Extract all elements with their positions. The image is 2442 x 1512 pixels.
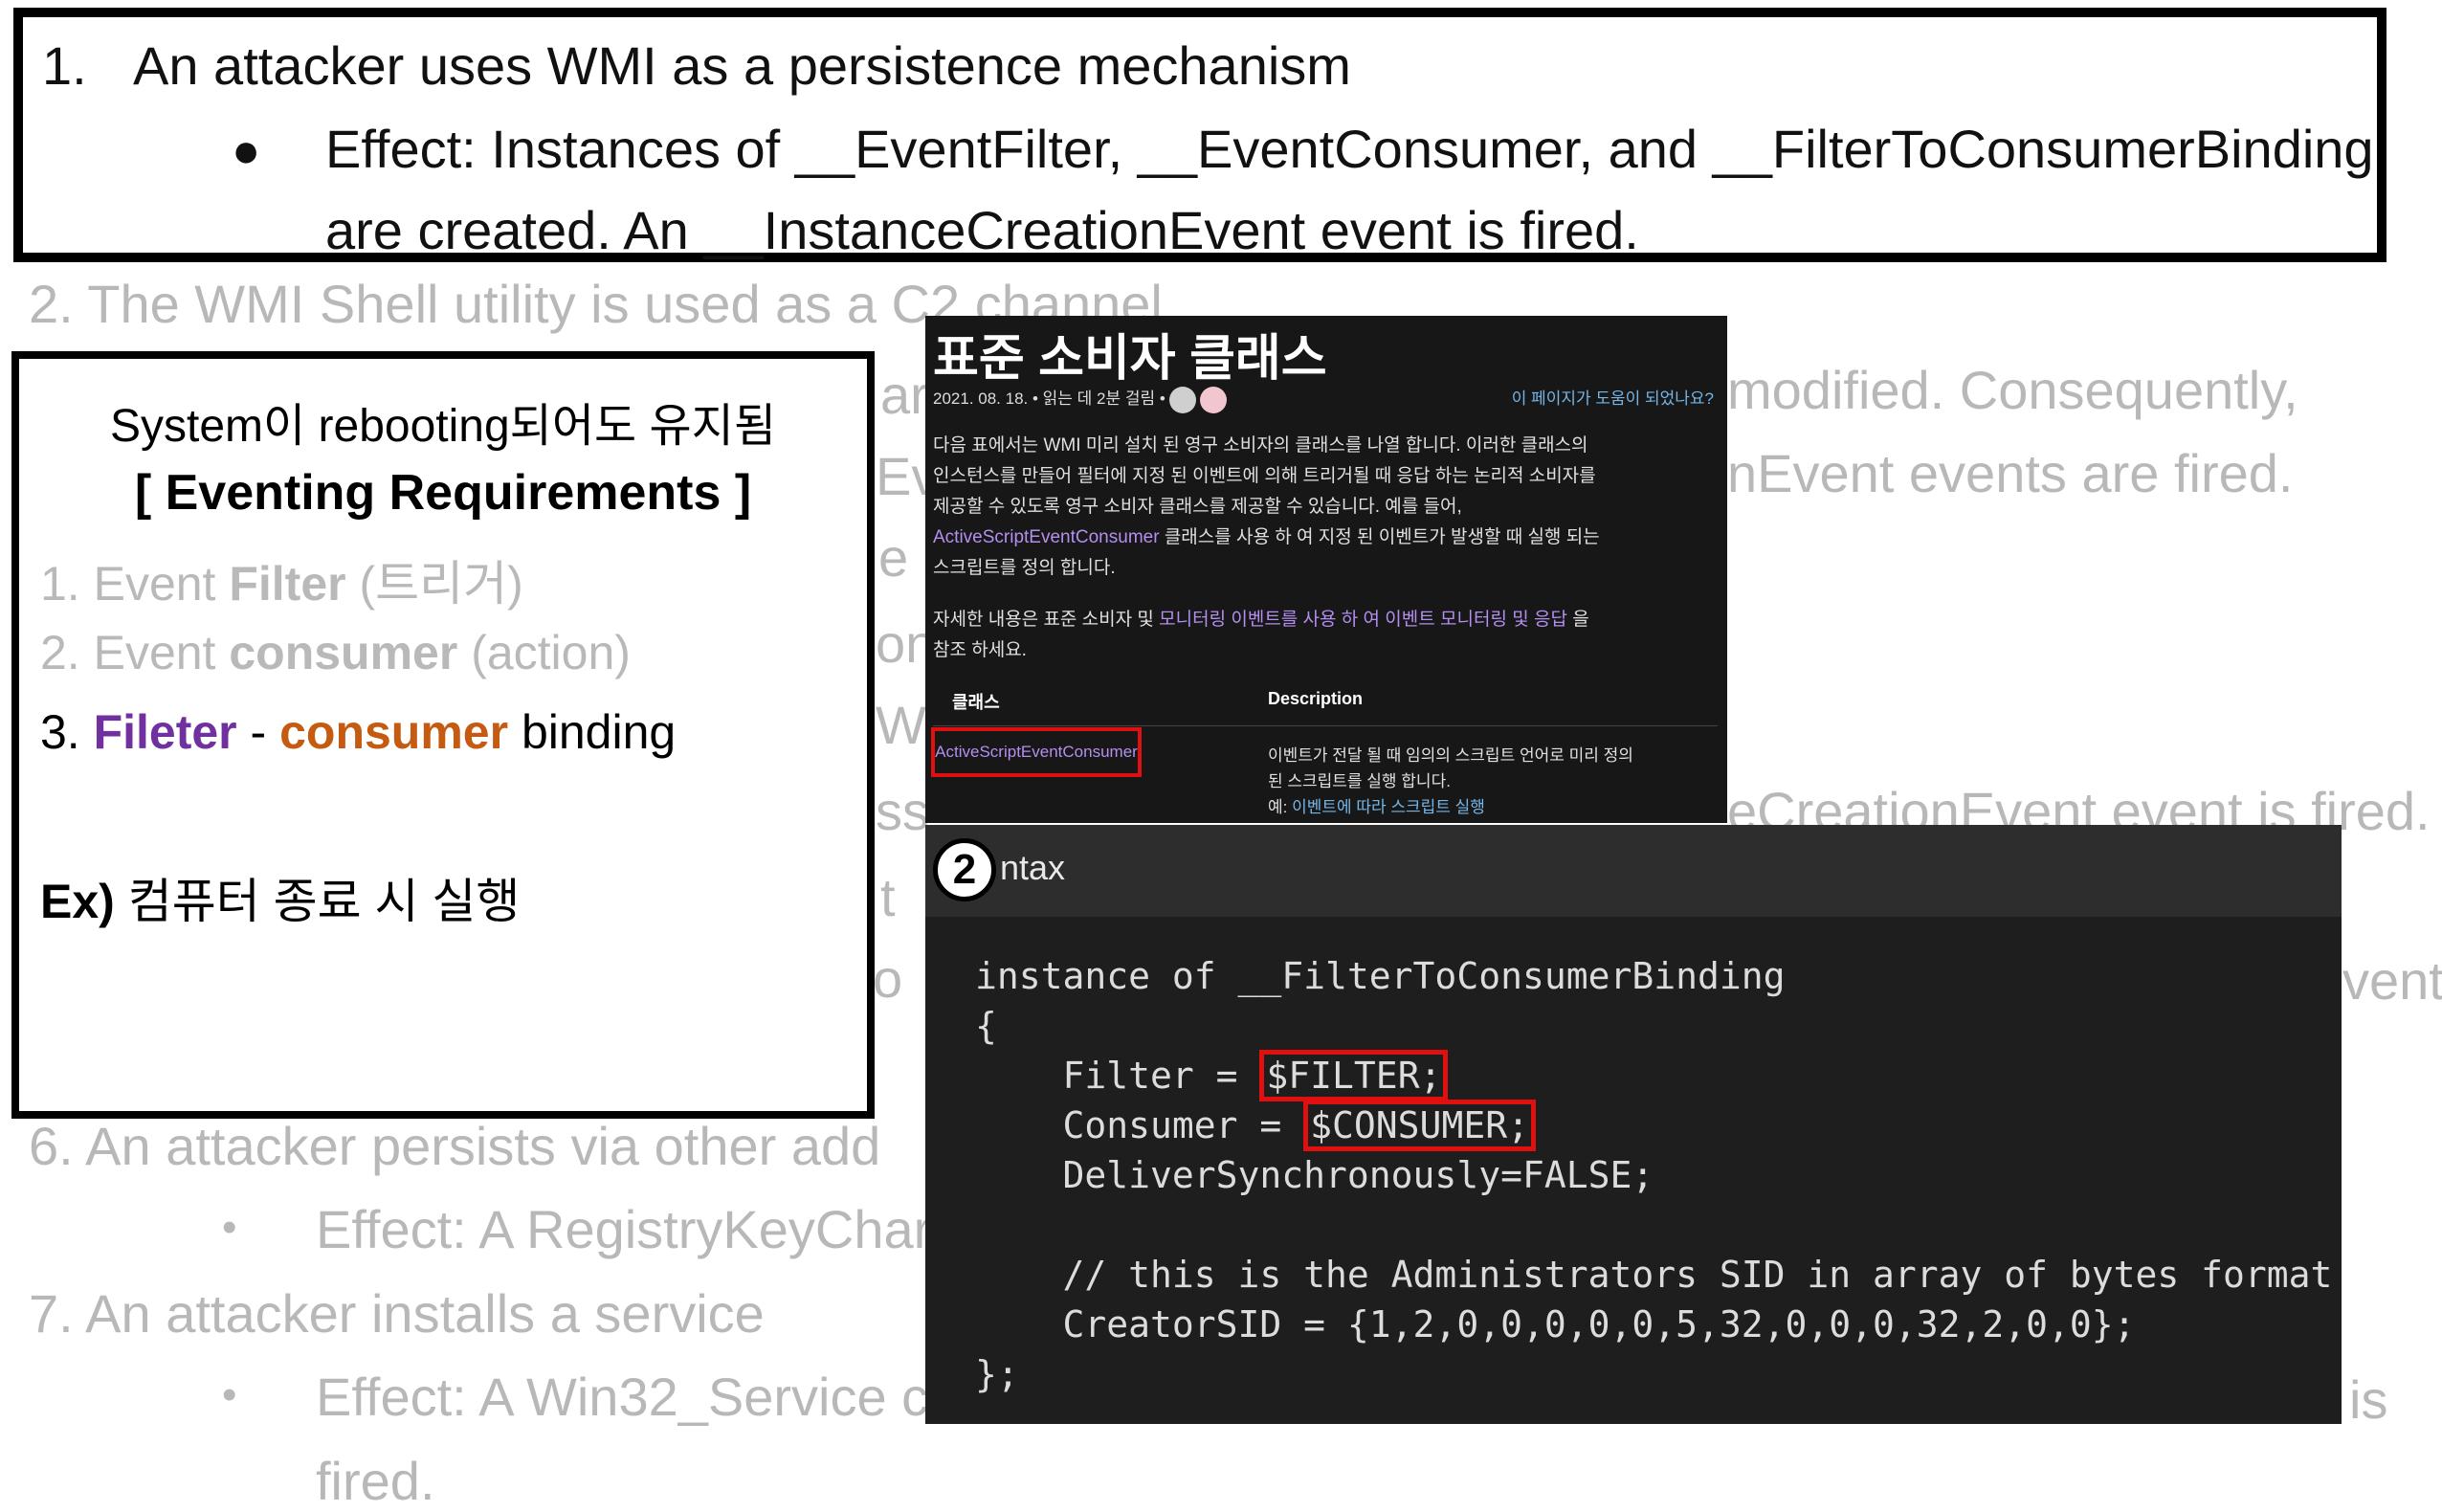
bg-mid-f: ss xyxy=(876,781,929,841)
bg-fragment-events: nEvent events are fired. xyxy=(1727,443,2294,503)
run-script-example-link[interactable]: 이벤트에 따라 스크립트 실행 xyxy=(1292,798,1485,816)
item-1-effect-line2: are created. An __InstanceCreationEvent … xyxy=(325,200,1639,260)
code-line: DeliverSynchronously=FALSE; xyxy=(975,1154,1654,1196)
example-label: 예: xyxy=(1268,798,1293,816)
description-line: 된 스크립트를 실행 합니다. xyxy=(1268,772,1451,790)
syntax-code-panel: ntax 2 instance of __FilterToConsumerBin… xyxy=(925,825,2342,1424)
item-1-heading: 1. An attacker uses WMI as a persistence … xyxy=(42,34,1351,97)
docs-intro-line: ActiveScriptEventConsumer 클래스를 사용 하 여 지정… xyxy=(933,523,1708,553)
highlight-box-item-1: 1. An attacker uses WMI as a persistence … xyxy=(13,8,2386,262)
docs-standard-consumer-classes: 표준 소비자 클래스 2021. 08. 18. • 읽는 데 2분 걸림 • … xyxy=(925,316,1727,823)
requirement-3-prefix: 3. xyxy=(40,705,94,759)
description-line: 이벤트가 전달 될 때 임의의 스크립트 언어로 미리 정의 xyxy=(1268,746,1633,765)
docs-intro-line: 다음 표에서는 WMI 미리 설치 된 영구 소비자의 클래스를 나열 합니다.… xyxy=(933,435,1588,456)
docs-more-info-line: 참조 하세요. xyxy=(933,640,1027,660)
bg-item-7-fired: fired. xyxy=(316,1451,435,1511)
requirement-2-keyword: consumer xyxy=(229,626,458,679)
requirement-3-dash: - xyxy=(236,705,280,759)
table-divider xyxy=(933,725,1718,726)
note-heading: [ Eventing Requirements ] xyxy=(134,465,752,521)
bg-fragment-is: is xyxy=(2349,1369,2388,1430)
docs-intro-line: 제공할 수 있도록 영구 소비자 클래스를 제공할 수 있습니다. 예를 들어, xyxy=(933,497,1462,517)
requirement-1-suffix: (트리거) xyxy=(345,557,523,611)
example-line: Ex) 컴퓨터 종료 시 실행 xyxy=(40,863,520,932)
docs-date-readtime: 2021. 08. 18. • 읽는 데 2분 걸림 • xyxy=(933,389,1166,408)
description-example: 예: 이벤트에 따라 스크립트 실행 xyxy=(1268,794,1708,820)
docs-intro-line-text: 클래스를 사용 하 여 지정 된 이벤트가 발생할 때 실행 되는 xyxy=(1159,527,1600,547)
requirement-2-suffix: (action) xyxy=(457,626,631,679)
code-block: instance of __FilterToConsumerBinding { … xyxy=(975,951,2332,1399)
requirement-2-prefix: 2. Event xyxy=(40,626,230,679)
bg-mid-a: ar xyxy=(880,365,928,425)
docs-feedback-link[interactable]: 이 페이지가 도움이 되었나요? xyxy=(1512,385,1714,409)
code-comment: // this is the Administrators SID in arr… xyxy=(975,1254,2333,1296)
table-cell-active-script-consumer[interactable]: ActiveScriptEventConsumer xyxy=(931,727,1142,777)
bg-item-6: 6. An attacker persists via other add xyxy=(29,1116,881,1176)
bg-item-6-effect: Effect: A RegistryKeyChar xyxy=(316,1199,932,1259)
contributor-avatar-icon[interactable] xyxy=(1168,386,1196,413)
active-script-link[interactable]: ActiveScriptEventConsumer xyxy=(933,527,1160,547)
monitoring-events-link[interactable]: 모니터링 이벤트를 사용 하 여 이벤트 모니터링 및 응답 xyxy=(1159,610,1567,630)
table-header-description: Description xyxy=(1268,689,1364,708)
docs-intro-line: 인스턴스를 만들어 필터에 지정 된 이벤트에 의해 트리거될 때 응답 하는 … xyxy=(933,466,1596,486)
bg-item-6-bullet: • xyxy=(222,1204,237,1251)
item-1-effect-line1: Effect: Instances of __EventFilter, __Ev… xyxy=(325,119,2374,179)
requirement-1-keyword: Filter xyxy=(229,557,346,611)
consumer-highlight: $CONSUMER; xyxy=(1303,1100,1536,1151)
table-header-class: 클래스 xyxy=(952,693,1000,712)
requirement-1: 1. Event Filter (트리거) xyxy=(40,545,523,614)
bg-item-7-bullet: • xyxy=(222,1371,237,1418)
item-1-text: An attacker uses WMI as a persistence me… xyxy=(133,35,1351,96)
eventing-requirements-note: System이 rebooting되어도 유지됨 [ Eventing Requ… xyxy=(11,351,875,1119)
syntax-header-text: ntax xyxy=(1000,848,1066,887)
filter-highlight: $FILTER; xyxy=(1259,1050,1449,1101)
docs-more-info-text: 자세한 내용은 표준 소비자 및 xyxy=(933,610,1160,630)
table-cell-description: 이벤트가 전달 될 때 임의의 스크립트 언어로 미리 정의 된 스크립트를 실… xyxy=(1268,743,1708,820)
requirement-1-prefix: 1. Event xyxy=(40,557,230,611)
docs-meta: 2021. 08. 18. • 읽는 데 2분 걸림 • xyxy=(933,385,1227,413)
docs-intro-paragraph: 다음 표에서는 WMI 미리 설치 된 영구 소비자의 클래스를 나열 합니다.… xyxy=(933,431,1708,584)
code-line: Consumer = xyxy=(975,1104,1304,1146)
code-line: { xyxy=(975,1005,997,1047)
contributor-avatar-icon[interactable] xyxy=(1199,386,1227,413)
syntax-header xyxy=(925,825,2342,917)
bullet-icon: ● xyxy=(232,123,261,177)
bg-mid-h: o xyxy=(873,948,903,1009)
docs-more-info-text: 을 xyxy=(1566,610,1589,630)
code-line: Filter = xyxy=(975,1055,1260,1097)
bg-mid-g: t xyxy=(880,867,896,927)
docs-more-info-line: 자세한 내용은 표준 소비자 및 모니터링 이벤트를 사용 하 여 이벤트 모니… xyxy=(933,605,1708,635)
example-label: Ex) xyxy=(40,875,115,928)
requirement-3-suffix: binding xyxy=(508,705,677,759)
code-line: CreatorSID = {1,2,0,0,0,0,0,5,32,0,0,0,3… xyxy=(975,1303,2136,1345)
docs-title: 표준 소비자 클래스 xyxy=(933,331,1327,387)
requirement-3-filter: Fileter xyxy=(93,705,237,759)
docs-intro-line: 스크립트를 정의 합니다. xyxy=(933,558,1116,578)
bg-mid-c: e xyxy=(878,527,909,588)
item-1-number: 1. xyxy=(42,35,87,96)
bg-fragment-vent: vent xyxy=(2342,950,2442,1011)
bg-mid-e: W xyxy=(876,695,926,755)
bg-item-7: 7. An attacker installs a service xyxy=(29,1283,765,1344)
requirement-3: 3. Fileter - consumer binding xyxy=(40,704,676,760)
bg-fragment-modified: modified. Consequently, xyxy=(1727,360,2298,420)
code-line: instance of __FilterToConsumerBinding xyxy=(975,955,1786,997)
note-reboot-persist: System이 rebooting되어도 유지됨 xyxy=(110,401,776,452)
docs-more-info-paragraph: 자세한 내용은 표준 소비자 및 모니터링 이벤트를 사용 하 여 이벤트 모니… xyxy=(933,605,1708,666)
step-2-badge: 2 xyxy=(933,838,996,901)
example-text: 컴퓨터 종료 시 실행 xyxy=(114,875,521,928)
requirement-3-consumer: consumer xyxy=(279,705,509,759)
code-line: }; xyxy=(975,1353,1019,1395)
bg-item-7-effect: Effect: A Win32_Service c xyxy=(316,1367,929,1427)
requirement-2: 2. Event consumer (action) xyxy=(40,625,631,680)
